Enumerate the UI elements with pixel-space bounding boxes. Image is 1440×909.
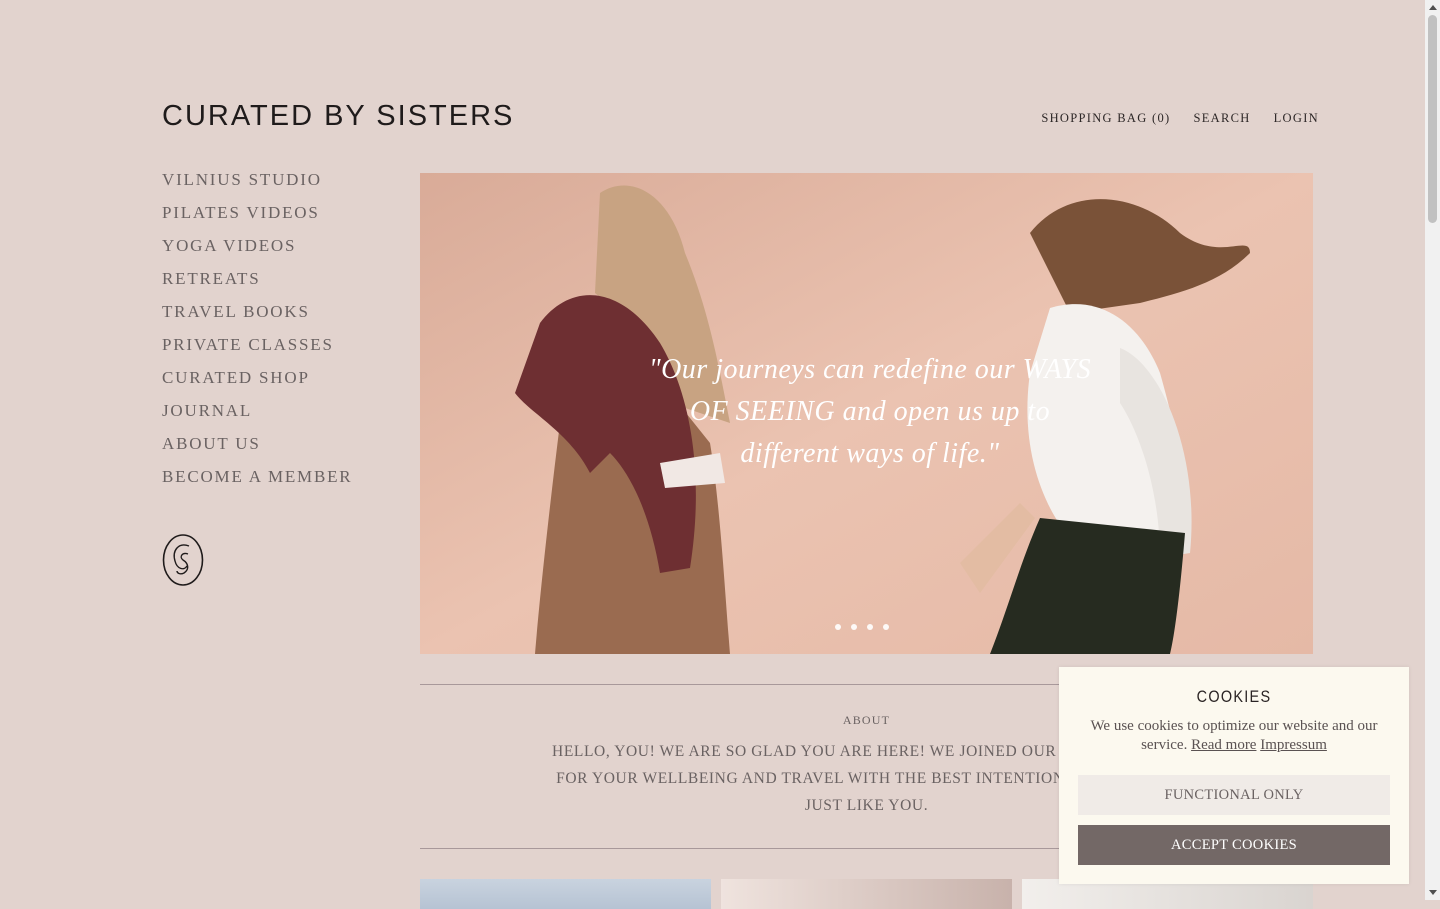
slide-dot[interactable]	[883, 624, 889, 630]
sidebar-item-become-a-member: BECOME A MEMBER	[162, 465, 352, 498]
sidebar-link[interactable]: TRAVEL BOOKS	[162, 302, 310, 321]
slide-indicators	[835, 624, 889, 630]
sidebar-item-journal: JOURNAL	[162, 399, 352, 432]
scroll-down-icon[interactable]	[1429, 890, 1437, 895]
sidebar-link[interactable]: CURATED SHOP	[162, 368, 310, 387]
sidebar-link[interactable]: RETREATS	[162, 269, 260, 288]
site-logo[interactable]: CURATED BY SISTERS	[162, 100, 514, 133]
sidebar-item-vilnius-studio: VILNIUS STUDIO	[162, 168, 352, 201]
scroll-up-icon[interactable]	[1429, 5, 1437, 10]
search-link[interactable]: SEARCH	[1193, 111, 1250, 126]
sidebar-item-about-us: ABOUT US	[162, 432, 352, 465]
sidebar-link[interactable]: PILATES VIDEOS	[162, 203, 320, 222]
hero-quote: "Our journeys can redefine our WAYS OF S…	[640, 349, 1100, 475]
sidebar-link[interactable]: PRIVATE CLASSES	[162, 335, 334, 354]
sidebar-item-yoga-videos: YOGA VIDEOS	[162, 234, 352, 267]
gallery-thumbnail[interactable]	[721, 879, 1012, 909]
sidebar-item-travel-books: TRAVEL BOOKS	[162, 300, 352, 333]
sidebar-nav: VILNIUS STUDIO PILATES VIDEOS YOGA VIDEO…	[162, 168, 352, 498]
hero-quote-line: OF SEEING and open us up to	[689, 396, 1051, 427]
sidebar-link[interactable]: ABOUT US	[162, 434, 261, 453]
hero-quote-line: "Our journeys can redefine our WAYS	[648, 354, 1092, 385]
sidebar-item-pilates-videos: PILATES VIDEOS	[162, 201, 352, 234]
sidebar-link[interactable]: JOURNAL	[162, 401, 252, 420]
scrollbar-thumb[interactable]	[1428, 15, 1437, 223]
impressum-link[interactable]: Impressum	[1260, 737, 1327, 753]
functional-only-button[interactable]: FUNCTIONAL ONLY	[1078, 775, 1390, 815]
hero-slideshow[interactable]: "Our journeys can redefine our WAYS OF S…	[420, 173, 1313, 654]
read-more-link[interactable]: Read more	[1191, 737, 1256, 753]
sidebar-item-curated-shop: CURATED SHOP	[162, 366, 352, 399]
slide-dot[interactable]	[851, 624, 857, 630]
page-scrollbar[interactable]	[1425, 0, 1440, 900]
sidebar-link[interactable]: YOGA VIDEOS	[162, 236, 296, 255]
gallery-thumbnail[interactable]	[420, 879, 711, 909]
sidebar-link[interactable]: VILNIUS STUDIO	[162, 170, 322, 189]
slide-dot[interactable]	[867, 624, 873, 630]
cookie-banner: COOKIES We use cookies to optimize our w…	[1059, 667, 1409, 884]
cookie-title: COOKIES	[1196, 687, 1272, 706]
sidebar-item-private-classes: PRIVATE CLASSES	[162, 333, 352, 366]
top-nav: SHOPPING BAG (0) SEARCH LOGIN	[1041, 111, 1319, 126]
sidebar-link[interactable]: BECOME A MEMBER	[162, 467, 352, 486]
cookie-text: We use cookies to optimize our website a…	[1079, 717, 1389, 755]
hero-quote-line: different ways of life."	[740, 438, 1000, 469]
login-link[interactable]: LOGIN	[1274, 111, 1319, 126]
slide-dot[interactable]	[835, 624, 841, 630]
shopping-bag-link[interactable]: SHOPPING BAG (0)	[1041, 111, 1170, 126]
accept-cookies-button[interactable]: ACCEPT COOKIES	[1078, 825, 1390, 865]
sidebar-item-retreats: RETREATS	[162, 267, 352, 300]
cs-monogram-icon[interactable]	[162, 533, 204, 587]
